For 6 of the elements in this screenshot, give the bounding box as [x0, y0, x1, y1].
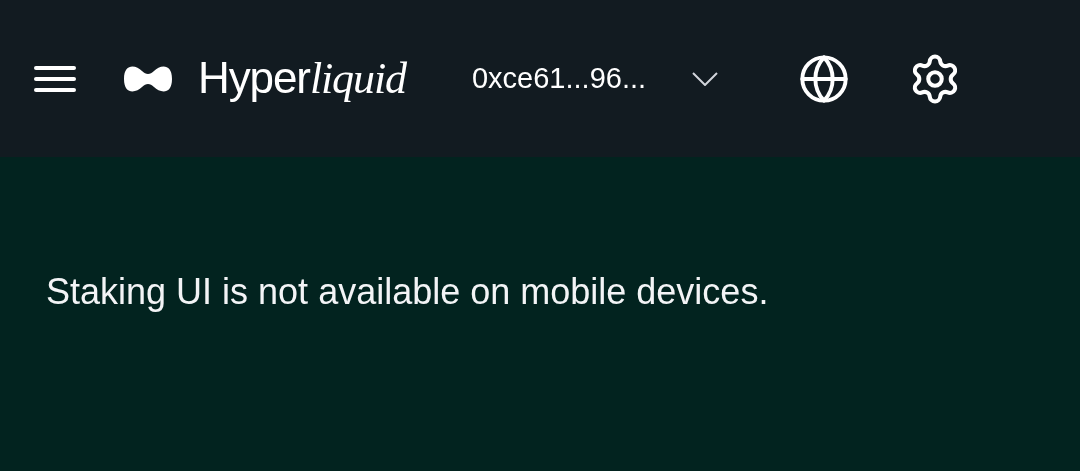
unavailable-message: Staking UI is not available on mobile devices. — [46, 270, 770, 314]
chevron-down-icon — [692, 71, 719, 86]
account-selector[interactable]: 0xce61...96... — [471, 56, 719, 101]
menu-icon[interactable] — [34, 65, 78, 92]
brand-name[interactable]: Hyperliquid — [198, 45, 406, 112]
globe-icon[interactable] — [798, 52, 851, 105]
